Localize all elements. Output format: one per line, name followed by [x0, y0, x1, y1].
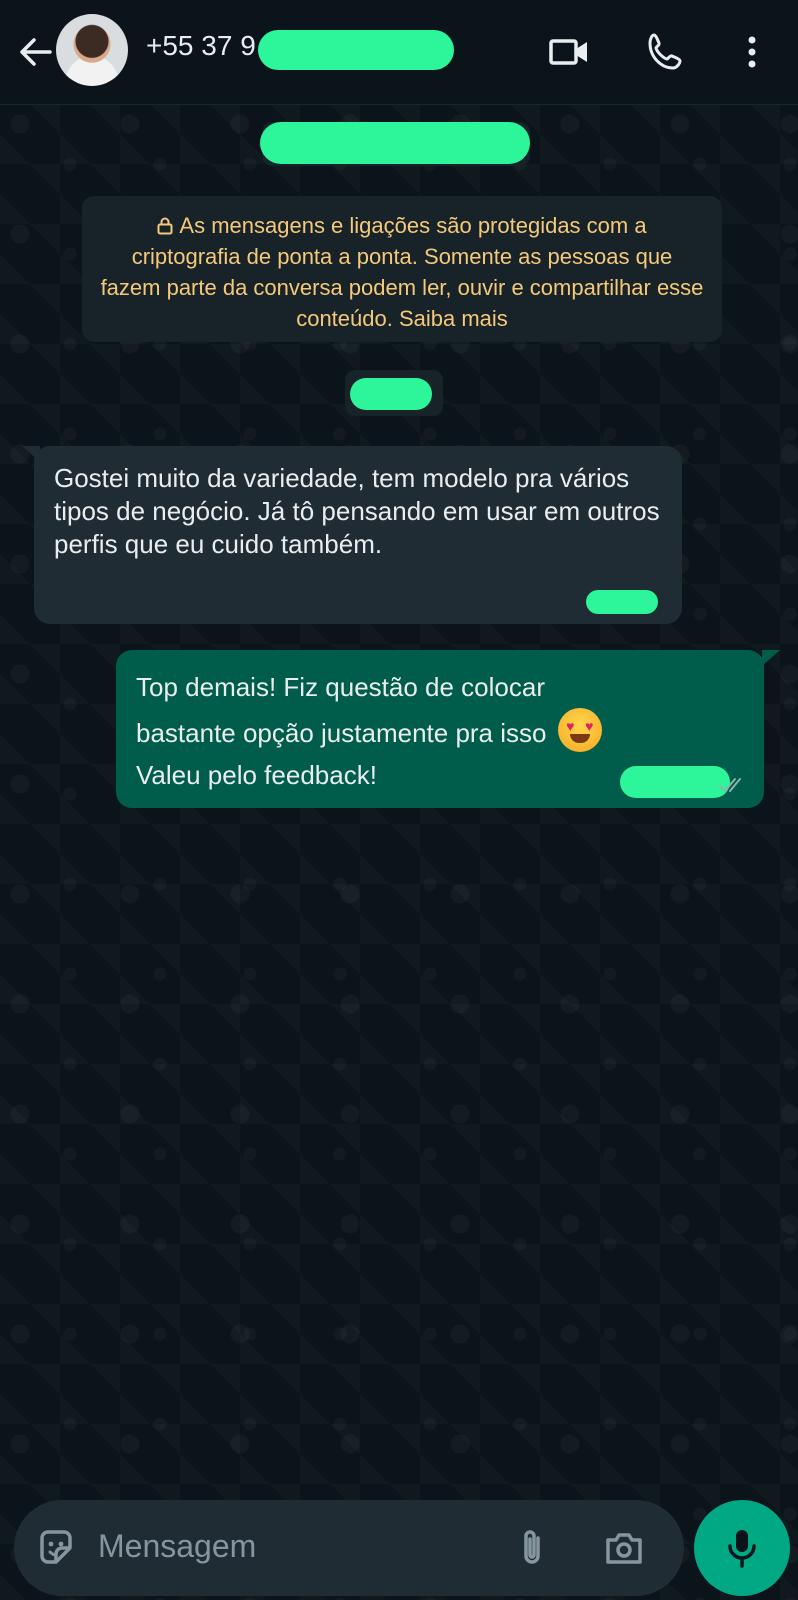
camera-icon[interactable] [602, 1526, 646, 1570]
video-call-icon[interactable] [546, 28, 594, 76]
redaction-mark [258, 30, 454, 70]
message-line-with-emoji: bastante opção justamente pra isso ♥ ♥ [136, 708, 744, 754]
microphone-button[interactable] [694, 1500, 790, 1596]
lock-icon [157, 217, 173, 235]
bubble-tail [762, 650, 780, 666]
paperclip-icon[interactable] [510, 1526, 554, 1570]
microphone-icon [720, 1524, 764, 1572]
redaction-mark [350, 378, 432, 410]
more-vert-icon[interactable] [728, 28, 776, 76]
message-text: Gostei muito da variedade, tem modelo pr… [54, 463, 660, 559]
avatar[interactable] [56, 14, 128, 86]
redaction-mark [620, 766, 730, 798]
phone-icon[interactable] [642, 28, 690, 76]
contact-name[interactable]: +55 37 9 [146, 30, 256, 62]
redaction-mark [586, 590, 658, 614]
double-check-icon [718, 776, 746, 794]
chat-header: +55 37 9 [0, 0, 798, 105]
redaction-mark [260, 122, 530, 164]
outgoing-message[interactable]: Top demais! Fiz questão de colocar basta… [116, 650, 764, 808]
arrow-left-icon[interactable] [14, 30, 58, 74]
encryption-notice-text: As mensagens e ligações são protegidas c… [100, 213, 704, 331]
message-composer[interactable]: Mensagem [14, 1500, 684, 1596]
encryption-notice[interactable]: As mensagens e ligações são protegidas c… [82, 196, 722, 342]
message-line: Top demais! Fiz questão de colocar [136, 672, 545, 702]
message-line: bastante opção justamente pra isso [136, 718, 547, 748]
heart-eyes-emoji-icon: ♥ ♥ [557, 708, 602, 752]
message-input[interactable]: Mensagem [98, 1528, 256, 1565]
sticker-icon[interactable] [34, 1526, 78, 1570]
incoming-message[interactable]: Gostei muito da variedade, tem modelo pr… [34, 446, 682, 624]
